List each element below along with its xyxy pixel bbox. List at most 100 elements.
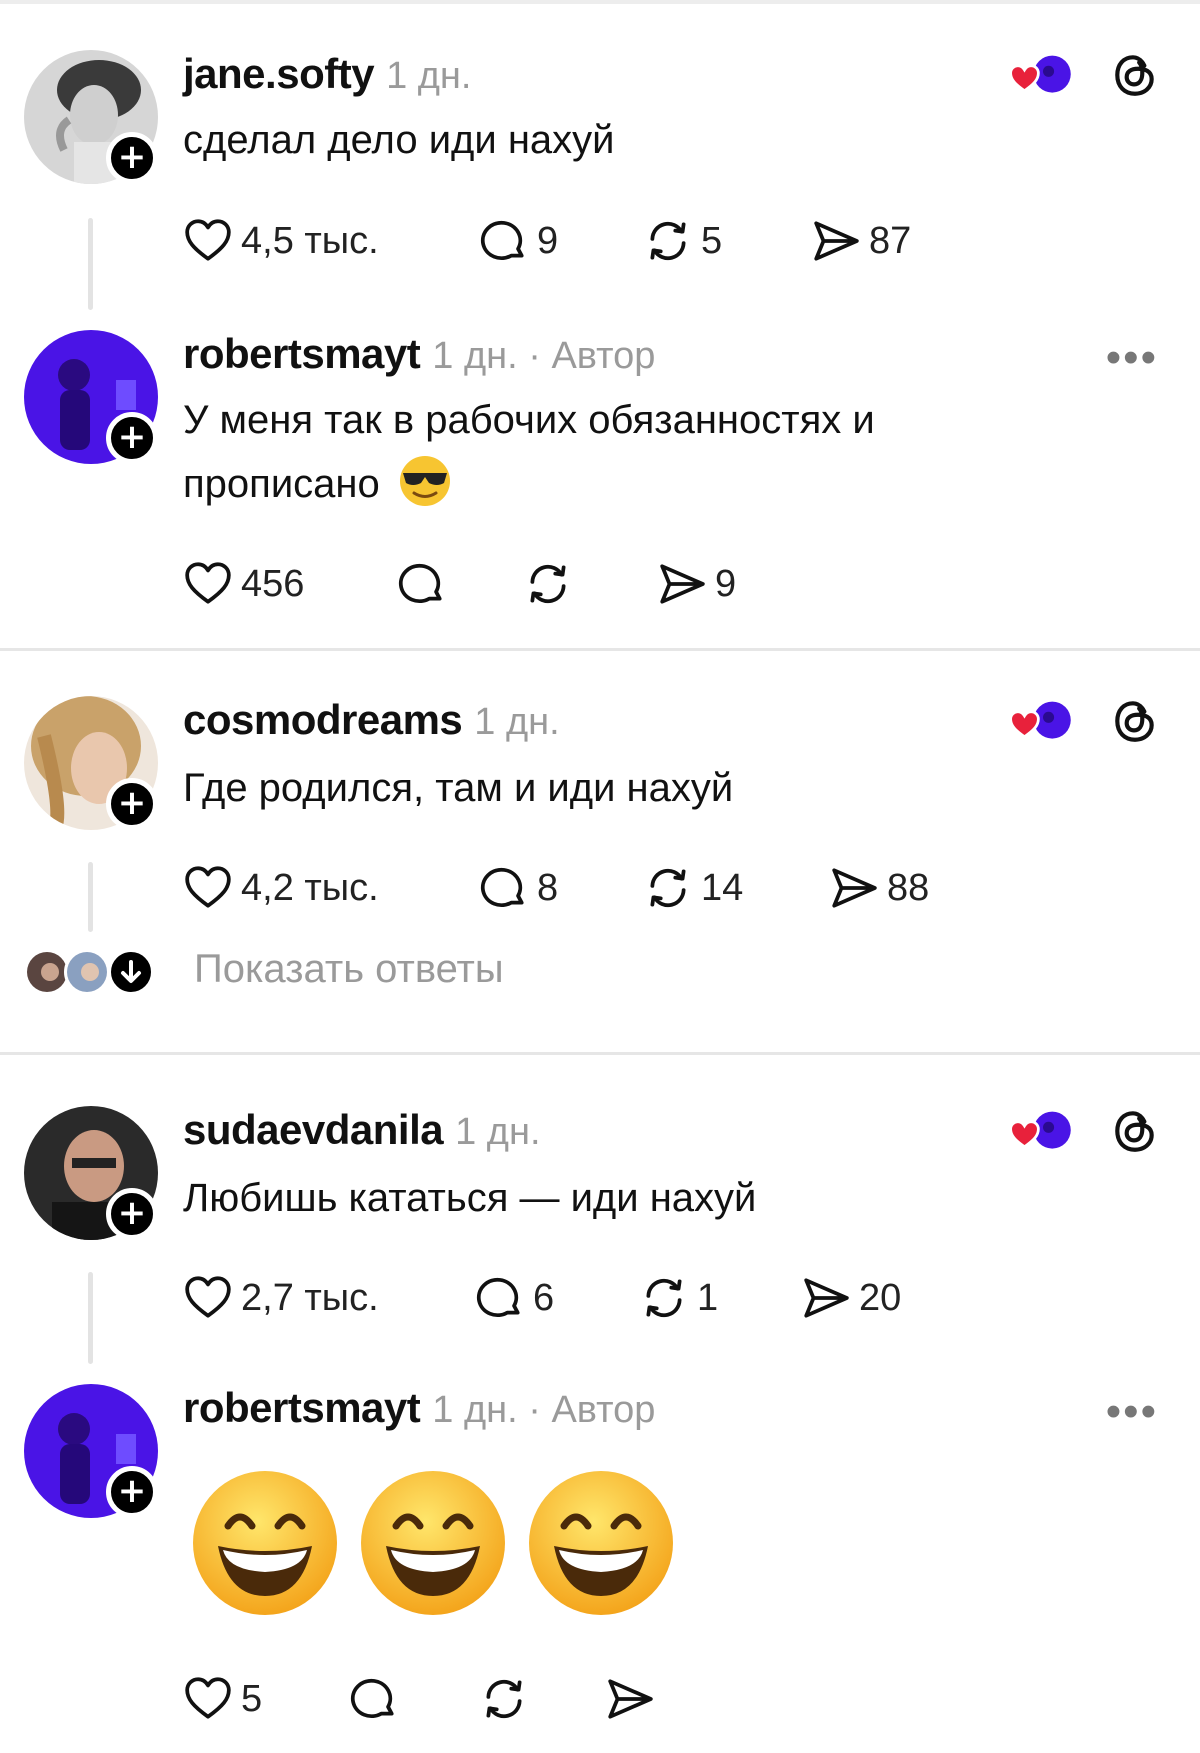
repost-button[interactable]: 14: [643, 860, 743, 916]
share-count: 20: [859, 1276, 902, 1319]
username[interactable]: robertsmayt: [183, 330, 421, 378]
heart-icon: [183, 1273, 233, 1323]
like-button[interactable]: 4,2 тыс.: [183, 860, 379, 916]
heart-icon: [183, 1674, 233, 1724]
post-right-icons: [1006, 1106, 1160, 1156]
like-button[interactable]: 4,5 тыс.: [183, 213, 379, 269]
like-button[interactable]: 5: [183, 1671, 262, 1727]
like-count: 5: [241, 1677, 263, 1720]
repost-icon: [523, 559, 573, 609]
liked-by-author-icon: [1006, 1106, 1080, 1156]
username[interactable]: robertsmayt: [183, 1384, 421, 1432]
like-count: 4,2 тыс.: [241, 866, 379, 909]
follow-plus-icon[interactable]: +: [106, 778, 158, 830]
emoji-row: [190, 1468, 710, 1618]
post-text: сделал дело иди нахуй: [183, 118, 615, 162]
thread-line: [88, 862, 93, 932]
share-count: 88: [887, 866, 930, 909]
repost-button[interactable]: 5: [643, 213, 722, 269]
avatar[interactable]: +: [24, 1384, 158, 1518]
thread-line: [88, 1272, 93, 1364]
share-button[interactable]: [605, 1671, 655, 1727]
share-count: 9: [715, 562, 737, 605]
share-icon: [801, 1273, 851, 1323]
divider: [0, 1052, 1200, 1055]
repost-button[interactable]: 1: [639, 1270, 718, 1326]
thread-line: [88, 218, 93, 310]
post-meta: 1 дн. · Автор: [432, 335, 656, 377]
share-button[interactable]: 87: [811, 213, 911, 269]
replier-avatar: [64, 949, 110, 995]
heart-icon: [183, 863, 233, 913]
liked-by-author-icon: [1006, 50, 1080, 100]
comment-button[interactable]: 8: [479, 860, 558, 916]
like-button[interactable]: 2,7 тыс.: [183, 1270, 379, 1326]
avatar[interactable]: +: [24, 1106, 158, 1240]
grinning-face-with-smiling-eyes-icon: [361, 1471, 505, 1615]
share-icon: [829, 863, 879, 913]
share-icon: [657, 559, 707, 609]
username[interactable]: jane.softy: [183, 50, 375, 98]
comment-count: 9: [537, 219, 559, 262]
grinning-face-with-smiling-eyes-icon: [193, 1471, 337, 1615]
post-meta: 1 дн.: [386, 55, 472, 97]
comment-button[interactable]: [397, 556, 447, 612]
threads-logo-icon[interactable]: [1110, 696, 1160, 746]
comment-button[interactable]: 6: [475, 1270, 554, 1326]
repost-count: 14: [701, 866, 744, 909]
share-button[interactable]: 20: [801, 1270, 901, 1326]
grinning-face-with-smiling-eyes-icon: [529, 1471, 673, 1615]
comment-icon: [479, 863, 529, 913]
username[interactable]: cosmodreams: [183, 696, 463, 744]
top-border: [0, 0, 1200, 4]
comment-button[interactable]: 9: [479, 213, 558, 269]
liked-by-author-icon: [1006, 696, 1080, 746]
username[interactable]: sudaevdanila: [183, 1106, 444, 1154]
avatar[interactable]: +: [24, 696, 158, 830]
post-text-content: У меня так в рабочих обязанностях и проп…: [183, 398, 875, 506]
heart-icon: [183, 216, 233, 266]
follow-plus-icon[interactable]: +: [106, 1466, 158, 1518]
more-icon[interactable]: •••: [1106, 1390, 1158, 1434]
repost-button[interactable]: [479, 1671, 529, 1727]
comment-icon: [397, 559, 447, 609]
share-icon: [811, 216, 861, 266]
heart-icon: [183, 559, 233, 609]
follow-plus-icon[interactable]: +: [106, 1188, 158, 1240]
post-meta: 1 дн.: [455, 1111, 541, 1153]
share-icon: [605, 1674, 655, 1724]
comment-icon: [349, 1674, 399, 1724]
like-count: 456: [241, 562, 305, 605]
show-replies-button[interactable]: Показать ответы: [24, 943, 724, 999]
comment-count: 8: [537, 866, 559, 909]
repost-icon: [639, 1273, 689, 1323]
more-icon[interactable]: •••: [1106, 336, 1158, 380]
threads-logo-icon[interactable]: [1110, 1106, 1160, 1156]
post-text: Где родился, там и иди нахуй: [183, 766, 734, 810]
post-text: Любишь кататься — иди нахуй: [183, 1176, 757, 1220]
divider: [0, 648, 1200, 651]
follow-plus-icon[interactable]: +: [106, 132, 158, 184]
show-replies-label: Показать ответы: [194, 947, 504, 991]
post-right-icons: [1006, 696, 1160, 746]
like-count: 2,7 тыс.: [241, 1276, 379, 1319]
avatar[interactable]: +: [24, 330, 158, 464]
repost-count: 1: [697, 1276, 719, 1319]
share-count: 87: [869, 219, 912, 262]
share-button[interactable]: 9: [657, 556, 736, 612]
like-button[interactable]: 456: [183, 556, 304, 612]
post-right-icons: [1006, 50, 1160, 100]
comment-button[interactable]: [349, 1671, 399, 1727]
avatar[interactable]: +: [24, 50, 158, 184]
repost-icon: [643, 216, 693, 266]
arrow-down-icon: [108, 949, 154, 995]
share-button[interactable]: 88: [829, 860, 929, 916]
post-meta: 1 дн. · Автор: [432, 1389, 656, 1431]
post-text: У меня так в рабочих обязанностях и проп…: [183, 388, 1043, 516]
threads-logo-icon[interactable]: [1110, 50, 1160, 100]
comment-icon: [475, 1273, 525, 1323]
follow-plus-icon[interactable]: +: [106, 412, 158, 464]
post-meta: 1 дн.: [474, 701, 560, 743]
repost-button[interactable]: [523, 556, 573, 612]
comment-count: 6: [533, 1276, 555, 1319]
